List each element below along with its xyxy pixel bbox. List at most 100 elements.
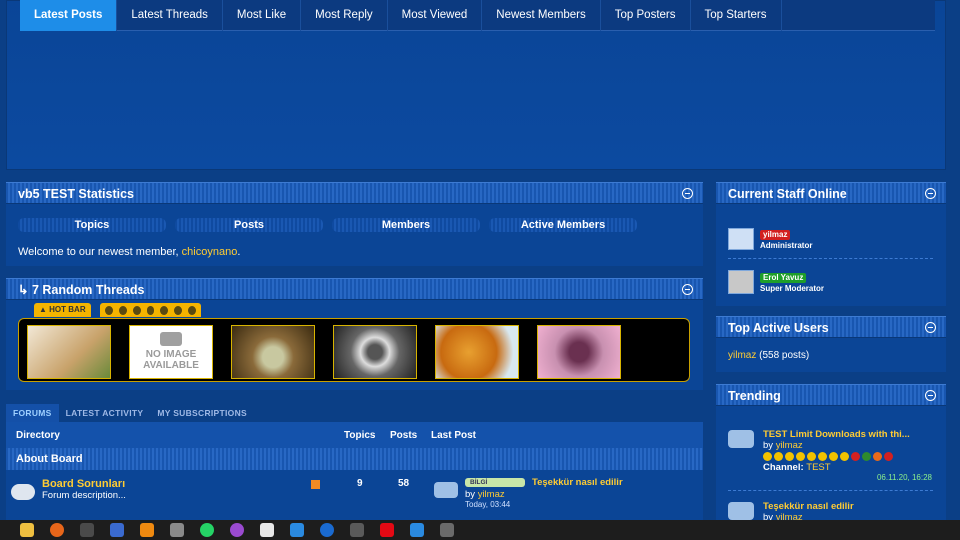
col-topics: Topics bbox=[344, 430, 376, 441]
last-post-author[interactable]: yilmaz bbox=[478, 489, 505, 500]
staff-name-badge: Erol Yavuz bbox=[760, 273, 807, 283]
mail-icon[interactable] bbox=[290, 523, 304, 537]
collapse-icon[interactable] bbox=[682, 188, 693, 199]
slider-dot[interactable] bbox=[160, 305, 169, 315]
avatar bbox=[728, 430, 754, 448]
avatar bbox=[728, 502, 754, 520]
staff-online-panel: Current Staff Online yilmaz Administrato… bbox=[716, 182, 946, 306]
smiley-icon bbox=[796, 452, 805, 461]
thread-thumbnail[interactable] bbox=[333, 325, 417, 379]
tab-latest-posts[interactable]: Latest Posts bbox=[20, 0, 118, 31]
calculator-icon[interactable] bbox=[170, 523, 184, 537]
forum-directory: Directory Topics Posts Last Post About B… bbox=[6, 422, 703, 522]
hot-bar-label: HOT BAR bbox=[49, 305, 86, 314]
os-taskbar bbox=[0, 520, 960, 540]
chrome-icon[interactable] bbox=[80, 523, 94, 537]
top-user-entry: yilmaz (558 posts) bbox=[728, 350, 809, 361]
thread-thumbnail[interactable] bbox=[27, 325, 111, 379]
tab-latest-activity[interactable]: LATEST ACTIVITY bbox=[59, 404, 151, 422]
tool-icon[interactable] bbox=[350, 523, 364, 537]
thread-thumbnail[interactable] bbox=[537, 325, 621, 379]
forum-tabs: FORUMS LATEST ACTIVITY MY SUBSCRIPTIONS bbox=[6, 404, 254, 422]
channel-link[interactable]: TEST bbox=[806, 462, 830, 473]
thread-gallery: NO IMAGE AVAILABLE bbox=[18, 318, 690, 382]
slider-dot[interactable] bbox=[105, 305, 113, 315]
file-explorer-icon[interactable] bbox=[20, 523, 34, 537]
emoji-reactions bbox=[763, 452, 893, 461]
trending-title: Trending bbox=[728, 389, 781, 403]
tab-most-like[interactable]: Most Like bbox=[223, 0, 302, 31]
forum-topics-count: 9 bbox=[357, 478, 363, 489]
hot-bar-tab[interactable]: ▲ HOT BAR bbox=[34, 303, 91, 317]
random-threads-title: ↳ 7 Random Threads bbox=[18, 283, 145, 297]
tab-my-subscriptions[interactable]: MY SUBSCRIPTIONS bbox=[150, 404, 254, 422]
cursor-app-icon[interactable] bbox=[260, 523, 274, 537]
forum-table-header: Directory Topics Posts Last Post bbox=[6, 422, 703, 448]
smiley-icon bbox=[818, 452, 827, 461]
last-post-link[interactable]: Teşekkür nasıl edilir bbox=[532, 477, 623, 488]
edge-icon[interactable] bbox=[320, 523, 334, 537]
avatar bbox=[728, 228, 754, 250]
forum-title-link[interactable]: Board Sorunları bbox=[42, 478, 125, 490]
app-icon[interactable] bbox=[110, 523, 124, 537]
tab-newest-members[interactable]: Newest Members bbox=[482, 0, 601, 31]
staff-member[interactable]: Erol Yavuz Super Moderator bbox=[728, 270, 824, 294]
slider-dots bbox=[100, 303, 201, 317]
trending-item-title[interactable]: Teşekkür nasıl edilir bbox=[763, 501, 854, 512]
stat-bar: Topics Posts Members Active Members bbox=[18, 218, 637, 232]
staff-role: Administrator bbox=[760, 241, 813, 250]
forum-description: Forum description... bbox=[42, 490, 126, 501]
top-active-users-panel: Top Active Users yilmaz (558 posts) bbox=[716, 316, 946, 372]
slider-dot[interactable] bbox=[132, 305, 141, 315]
firefox-icon[interactable] bbox=[50, 523, 64, 537]
slider-dot[interactable] bbox=[146, 305, 155, 315]
speaker-icon[interactable] bbox=[440, 523, 454, 537]
collapse-icon[interactable] bbox=[925, 322, 936, 333]
app-icon[interactable] bbox=[410, 523, 424, 537]
trending-author[interactable]: yilmaz bbox=[776, 440, 803, 451]
tab-forums[interactable]: FORUMS bbox=[6, 404, 59, 422]
trending-item-title[interactable]: TEST Limit Downloads with thi... bbox=[763, 429, 910, 440]
tab-most-viewed[interactable]: Most Viewed bbox=[388, 0, 483, 31]
thread-thumbnail[interactable] bbox=[435, 325, 519, 379]
slider-dot[interactable] bbox=[174, 305, 183, 315]
trending-panel: Trending TEST Limit Downloads with thi..… bbox=[716, 384, 946, 523]
rss-icon[interactable] bbox=[311, 480, 320, 489]
divider bbox=[728, 258, 933, 259]
stat-active-members: Active Members bbox=[489, 218, 637, 232]
slider-dot[interactable] bbox=[188, 305, 197, 315]
last-post-time: Today, 03:44 bbox=[465, 500, 511, 509]
random-threads-header: ↳ 7 Random Threads bbox=[6, 278, 703, 300]
collapse-icon[interactable] bbox=[925, 390, 936, 401]
smiley-icon bbox=[807, 452, 816, 461]
collapse-icon[interactable] bbox=[925, 188, 936, 199]
col-directory: Directory bbox=[16, 430, 60, 441]
tab-latest-threads[interactable]: Latest Threads bbox=[117, 0, 223, 31]
thread-thumbnail[interactable] bbox=[231, 325, 315, 379]
top-user-link[interactable]: yilmaz bbox=[728, 350, 756, 361]
smiley-icon bbox=[829, 452, 838, 461]
forum-icon bbox=[11, 484, 35, 500]
top-nav-tabs: Latest Posts Latest Threads Most Like Mo… bbox=[20, 0, 935, 31]
camera-icon bbox=[160, 332, 182, 346]
stat-members: Members bbox=[332, 218, 480, 232]
tab-top-posters[interactable]: Top Posters bbox=[601, 0, 691, 31]
newest-member-link[interactable]: chicoynano bbox=[182, 246, 238, 258]
top-active-users-title: Top Active Users bbox=[728, 321, 829, 335]
tab-top-starters[interactable]: Top Starters bbox=[691, 0, 782, 31]
prefix-badge: BİLGİ bbox=[465, 478, 525, 487]
statistics-title: vb5 TEST Statistics bbox=[18, 187, 135, 201]
smiley-icon bbox=[840, 452, 849, 461]
netflix-icon[interactable] bbox=[380, 523, 394, 537]
vlc-icon[interactable] bbox=[140, 523, 154, 537]
user-avatar[interactable] bbox=[434, 482, 458, 498]
collapse-icon[interactable] bbox=[682, 284, 693, 295]
whatsapp-icon[interactable] bbox=[200, 523, 214, 537]
staff-member[interactable]: yilmaz Administrator bbox=[728, 228, 812, 250]
category-header[interactable]: About Board bbox=[6, 448, 703, 470]
thread-thumbnail-placeholder[interactable]: NO IMAGE AVAILABLE bbox=[129, 325, 213, 379]
slider-dot[interactable] bbox=[118, 305, 127, 315]
tab-most-reply[interactable]: Most Reply bbox=[301, 0, 388, 31]
welcome-text: Welcome to our newest member, bbox=[18, 246, 182, 258]
app-icon[interactable] bbox=[230, 523, 244, 537]
